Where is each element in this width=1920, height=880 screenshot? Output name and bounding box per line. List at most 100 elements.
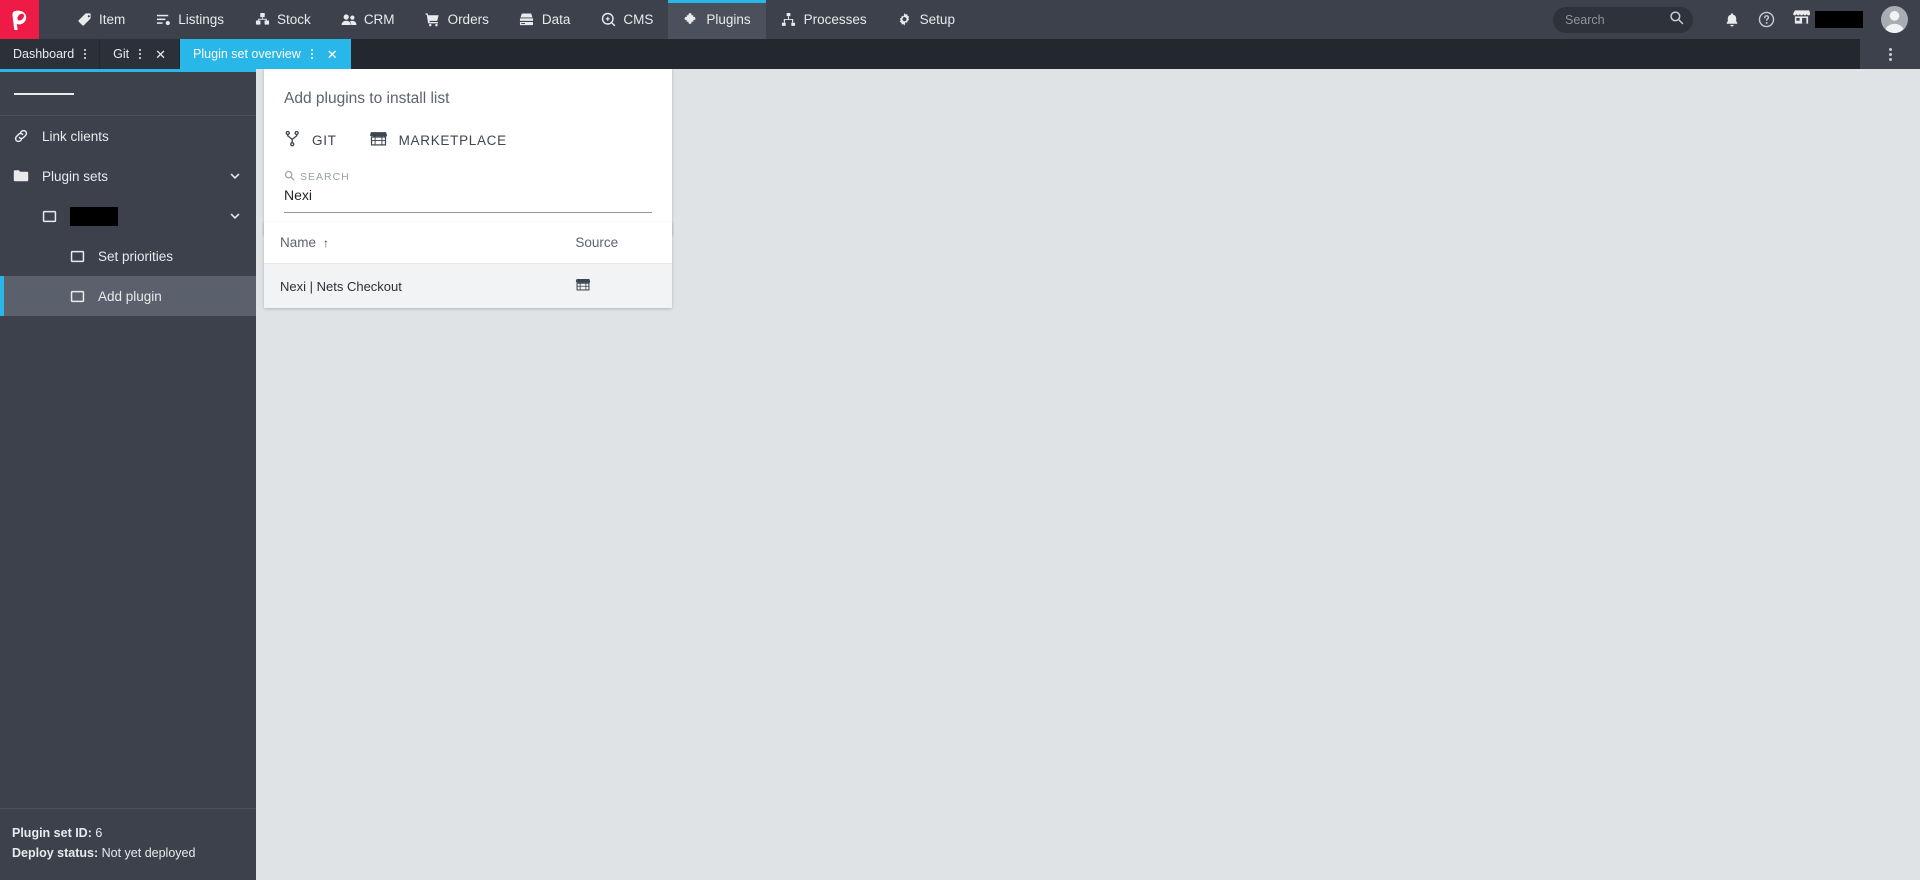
source-label: GIT [312,132,337,148]
tab-dashboard[interactable]: Dashboard [0,39,101,69]
puzzle-icon [683,12,699,28]
top-bar-actions [1553,0,1920,39]
sidebar-item-label: Link clients [42,128,109,144]
sidebar-item-link-clients[interactable]: Link clients [0,116,256,156]
results-table: Name ↑ Source Nexi | Nets Checkout [264,222,672,308]
search-icon[interactable] [1669,10,1684,30]
nav-item-label: Data [541,12,571,27]
plugin-search-field[interactable] [284,187,652,213]
nav-item-listings[interactable]: Listings [140,0,239,39]
table-header-row: Name ↑ Source [264,222,672,264]
table-row[interactable]: Nexi | Nets Checkout [264,263,672,308]
tab-options-icon[interactable] [80,49,90,59]
help-icon[interactable] [1749,0,1783,39]
sidebar-item-plugin-sets[interactable]: Plugin sets [0,156,256,196]
column-header-label: Name [280,235,317,250]
nav-item-label: Item [99,12,126,27]
sidebar-item-label: Set priorities [98,248,174,264]
top-navigation-bar: Item Listings Stock CRM Orders Data CMS … [0,0,1920,39]
panel-title: Add plugins to install list [284,90,450,107]
tab-close-icon[interactable]: ✕ [323,48,342,61]
add-plugins-panel: Add plugins to install list GIT MARKETPL… [264,69,672,235]
hamburger-icon[interactable] [0,72,256,116]
people-icon [341,12,357,28]
shop-name-redacted [1815,11,1863,28]
source-marketplace-button[interactable]: MARKETPLACE [369,130,507,150]
search-icon [284,170,295,184]
source-label: MARKETPLACE [398,132,507,148]
tab-bar-spacer [351,39,1860,69]
main-content: Add plugins to install list GIT MARKETPL… [256,69,1920,880]
plugin-search-input[interactable] [284,187,652,203]
nav-item-cms[interactable]: CMS [585,0,668,39]
marketplace-icon [369,130,388,150]
deploy-status-row: Deploy status: Not yet deployed [12,843,256,864]
list-icon [155,12,171,28]
plugin-set-icon [68,290,86,303]
nav-item-label: Setup [919,12,955,27]
tab-bar: Dashboard Git ✕ Plugin set overview ✕ [0,39,1920,69]
nav-item-label: Orders [447,12,489,27]
git-branch-icon [284,130,301,150]
deploy-status-value: Not yet deployed [101,846,196,861]
tab-plugin-set-overview[interactable]: Plugin set overview ✕ [180,39,352,69]
page-body: Link clients Plugin sets Set priorities … [0,69,1920,880]
nav-item-processes[interactable]: Processes [766,0,882,39]
sort-ascending-icon[interactable]: ↑ [323,236,329,250]
shop-icon [1793,9,1811,30]
column-header-source[interactable]: Source [575,222,672,264]
column-header-label: Source [575,235,619,250]
nav-item-data[interactable]: Data [504,0,586,39]
tabbar-overflow-menu-icon[interactable] [1860,39,1920,69]
nav-item-orders[interactable]: Orders [410,0,504,39]
nav-item-item[interactable]: Item [61,0,140,39]
tag-icon [76,12,92,28]
notifications-bell-icon[interactable] [1715,0,1749,39]
source-git-button[interactable]: GIT [284,130,337,150]
column-header-name[interactable]: Name ↑ [264,222,576,264]
user-avatar[interactable] [1881,6,1908,33]
plugin-set-id-value: 6 [95,825,103,840]
sidebar-item-label: Add plugin [98,288,162,304]
chevron-down-icon[interactable] [228,169,242,183]
nav-item-label: Plugins [706,12,751,27]
nav-item-label: Processes [803,12,867,27]
plenty-logo-icon [11,10,26,30]
plugin-set-icon [68,250,86,263]
nav-item-setup[interactable]: Setup [882,0,970,39]
app-logo[interactable] [0,0,39,39]
chevron-down-icon[interactable] [228,209,242,223]
sidebar-footer: Plugin set ID: 6 Deploy status: Not yet … [0,807,256,880]
results-table-head: Name ↑ Source [264,222,672,264]
tab-options-icon[interactable] [307,49,317,59]
sidebar-item-add-plugin[interactable]: Add plugin [0,276,256,316]
tab-label: Plugin set overview [193,47,301,61]
plugin-set-id-label: Plugin set ID: [12,825,92,840]
tab-git[interactable]: Git ✕ [100,39,181,69]
tab-label: Dashboard [13,47,75,61]
global-search[interactable] [1553,6,1693,33]
database-icon [519,12,535,28]
nav-item-label: CMS [623,12,654,27]
nav-item-label: CRM [363,12,395,27]
cell-plugin-name: Nexi | Nets Checkout [264,263,576,308]
sidebar-item-set-priorities[interactable]: Set priorities [0,236,256,276]
nav-item-crm[interactable]: CRM [326,0,410,39]
plugin-set-icon [40,210,58,223]
search-field-label: SEARCH [284,170,654,184]
main-menu: Item Listings Stock CRM Orders Data CMS … [61,0,970,39]
cart-icon [425,12,441,28]
tab-close-icon[interactable]: ✕ [151,48,170,61]
nav-item-plugins[interactable]: Plugins [668,0,766,39]
cms-icon [600,12,616,28]
deploy-status-label: Deploy status: [12,846,99,861]
search-input[interactable] [1565,12,1669,27]
link-icon [12,128,30,144]
shop-selector[interactable] [1793,9,1863,30]
sitemap-icon [781,12,797,28]
nav-item-stock[interactable]: Stock [239,0,326,39]
sidebar-item-plugin-set-redacted[interactable] [0,196,256,236]
folder-icon [12,169,30,183]
tab-options-icon[interactable] [135,49,145,59]
cell-plugin-source [575,263,672,308]
